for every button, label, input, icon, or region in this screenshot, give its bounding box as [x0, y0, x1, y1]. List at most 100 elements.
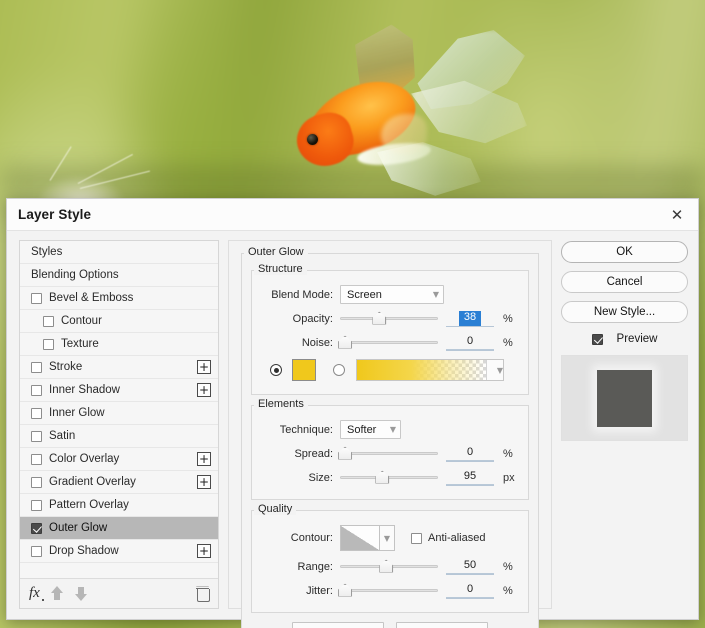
size-input-wrap: 95 [446, 470, 494, 486]
blend-mode-label: Blend Mode: [262, 289, 340, 301]
sidebar-item-inner-glow[interactable]: Inner Glow [20, 402, 218, 425]
opacity-label: Opacity: [262, 313, 340, 325]
technique-select[interactable]: Softer ▼ [340, 420, 401, 439]
dialog-body: Styles Blending Options Bevel & Emboss C… [7, 230, 698, 619]
sidebar-item-stroke[interactable]: Stroke + [20, 356, 218, 379]
checkbox-bevel-emboss[interactable] [31, 293, 42, 304]
chevron-down-icon[interactable]: ▼ [486, 360, 503, 380]
sidebar-item-contour[interactable]: Contour [20, 310, 218, 333]
radio-gradient[interactable] [333, 364, 345, 376]
checkbox-inner-glow[interactable] [31, 408, 42, 419]
opacity-slider[interactable] [340, 311, 438, 327]
size-row: Size: 95 px [262, 467, 518, 488]
sidebar-item-inner-shadow[interactable]: Inner Shadow + [20, 379, 218, 402]
checkbox-gradient-overlay[interactable] [31, 477, 42, 488]
noise-slider-track [340, 341, 438, 344]
sidebar-item-label: Stroke [49, 361, 82, 373]
checkbox-texture[interactable] [43, 339, 54, 350]
contour-dropdown-icon[interactable]: ▼ [380, 525, 395, 551]
dialog-title: Layer Style [18, 207, 91, 222]
checkbox-outer-glow[interactable] [31, 523, 42, 534]
goldfish [285, 18, 545, 168]
checkbox-color-overlay[interactable] [31, 454, 42, 465]
sidebar-item-texture[interactable]: Texture [20, 333, 218, 356]
spread-slider[interactable] [340, 446, 438, 462]
opacity-slider-track [340, 317, 438, 320]
jitter-slider[interactable] [340, 583, 438, 599]
arrow-up-icon[interactable] [51, 586, 64, 601]
radio-solid-color[interactable] [270, 364, 282, 376]
size-label: Size: [262, 472, 340, 484]
technique-label: Technique: [262, 424, 340, 436]
add-color-overlay-icon[interactable]: + [197, 452, 211, 466]
sidebar-item-blending-options[interactable]: Blending Options [20, 264, 218, 287]
checkbox-inner-shadow[interactable] [31, 385, 42, 396]
range-slider[interactable] [340, 559, 438, 575]
checkbox-contour[interactable] [43, 316, 54, 327]
range-label: Range: [262, 561, 340, 573]
checkbox-anti-aliased[interactable] [411, 533, 422, 544]
sidebar-item-outer-glow[interactable]: Outer Glow [20, 517, 218, 540]
new-style-button[interactable]: New Style... [561, 301, 688, 323]
glow-color-swatch[interactable] [292, 359, 316, 381]
checkbox-preview[interactable] [592, 334, 603, 345]
checkbox-pattern-overlay[interactable] [31, 500, 42, 511]
checkbox-stroke[interactable] [31, 362, 42, 373]
jitter-label: Jitter: [262, 585, 340, 597]
sidebar-item-pattern-overlay[interactable]: Pattern Overlay [20, 494, 218, 517]
sidebar-item-bevel-emboss[interactable]: Bevel & Emboss [20, 287, 218, 310]
cancel-button[interactable]: Cancel [561, 271, 688, 293]
preview-thumbnail [561, 355, 688, 441]
range-input[interactable]: 50 [446, 559, 494, 574]
ok-button[interactable]: OK [561, 241, 688, 263]
add-drop-shadow-icon[interactable]: + [197, 544, 211, 558]
trash-icon[interactable] [196, 586, 209, 601]
opacity-slider-thumb[interactable] [372, 312, 386, 325]
sidebar-item-label: Inner Glow [49, 407, 105, 419]
checkbox-drop-shadow[interactable] [31, 546, 42, 557]
add-gradient-overlay-icon[interactable]: + [197, 475, 211, 489]
preview-toggle-row[interactable]: Preview [561, 333, 688, 345]
add-inner-shadow-icon[interactable]: + [197, 383, 211, 397]
blend-mode-row: Blend Mode: Screen ▼ [262, 284, 518, 305]
size-unit: px [503, 472, 515, 484]
make-default-button[interactable]: Make Default [292, 622, 384, 628]
sidebar-item-satin[interactable]: Satin [20, 425, 218, 448]
glow-gradient-picker[interactable]: ▼ [356, 359, 504, 381]
spread-slider-thumb[interactable] [338, 447, 352, 460]
spread-row: Spread: 0 % [262, 443, 518, 464]
glow-gradient-preview [357, 360, 486, 380]
blend-mode-select[interactable]: Screen ▼ [340, 285, 444, 304]
technique-row: Technique: Softer ▼ [262, 419, 518, 440]
sidebar-item-color-overlay[interactable]: Color Overlay + [20, 448, 218, 471]
spread-label: Spread: [262, 448, 340, 460]
opacity-input[interactable]: 38 [459, 311, 481, 326]
contour-row: Contour: ▼ Anti-aliased [262, 524, 518, 552]
add-stroke-icon[interactable]: + [197, 360, 211, 374]
range-slider-thumb[interactable] [379, 560, 393, 573]
sidebar-item-styles[interactable]: Styles [20, 241, 218, 264]
checkbox-satin[interactable] [31, 431, 42, 442]
noise-slider-thumb[interactable] [338, 336, 352, 349]
size-slider[interactable] [340, 470, 438, 486]
fx-icon[interactable]: fx [29, 585, 40, 602]
close-icon[interactable]: ✕ [656, 199, 698, 230]
noise-slider[interactable] [340, 335, 438, 351]
noise-input[interactable]: 0 [446, 335, 494, 350]
reset-to-default-button[interactable]: Reset to Default [396, 622, 488, 628]
sidebar-item-drop-shadow[interactable]: Drop Shadow + [20, 540, 218, 563]
sidebar-item-label: Styles [31, 246, 62, 258]
dialog-titlebar: Layer Style ✕ [7, 199, 698, 230]
arrow-down-icon[interactable] [75, 586, 88, 601]
quality-legend: Quality [254, 503, 296, 515]
sidebar-item-gradient-overlay[interactable]: Gradient Overlay + [20, 471, 218, 494]
spread-input[interactable]: 0 [446, 446, 494, 461]
noise-label: Noise: [262, 337, 340, 349]
size-input[interactable]: 95 [446, 470, 494, 485]
contour-preview[interactable] [340, 525, 380, 551]
jitter-slider-thumb[interactable] [338, 584, 352, 597]
anti-aliased-label: Anti-aliased [428, 532, 485, 544]
jitter-input[interactable]: 0 [446, 583, 494, 598]
structure-fieldset: Structure Blend Mode: Screen ▼ Opacity: [251, 270, 529, 395]
size-slider-thumb[interactable] [375, 471, 389, 484]
